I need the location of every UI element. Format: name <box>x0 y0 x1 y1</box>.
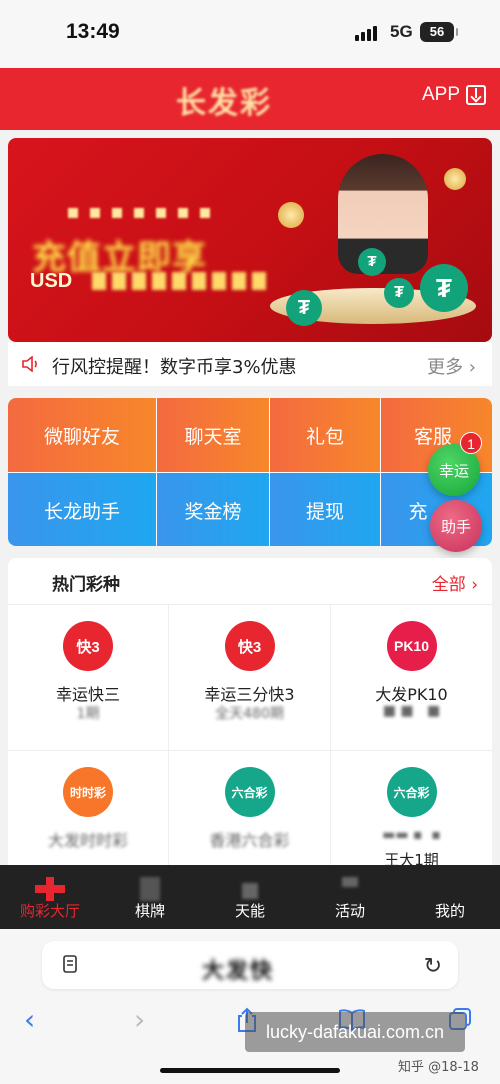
bottom-nav: 购彩大厅 棋牌 天能 活动 我的 <box>0 865 500 929</box>
page-menu-icon <box>63 955 77 973</box>
tab-lottery-hall[interactable]: 购彩大厅 <box>0 865 100 929</box>
notice-more-label: 更多 <box>427 357 464 378</box>
pk10-logo-icon: PK10 <box>386 621 437 671</box>
status-bar: 13:49 5G 56 <box>0 0 500 68</box>
lottery-name: 大发时时彩 <box>47 831 128 850</box>
lucky-float-label: 幸运 <box>438 461 469 480</box>
tab-label: 棋牌 <box>134 902 165 920</box>
banner-currency: USD <box>30 270 73 292</box>
lottery-name: ▬▬ ▪ ▪ <box>382 827 441 843</box>
menu-item-label: 礼包 <box>305 425 344 448</box>
reload-icon[interactable]: ↻ <box>424 954 442 979</box>
app-download-label: APP <box>421 84 460 105</box>
lottery-issue: 1期 <box>76 706 100 722</box>
lottery-item-lucky-3min-k3[interactable]: 快3 幸运三分快3 全天480期 <box>169 604 331 750</box>
section-title: 热门彩种 <box>52 575 120 595</box>
tab-label: 我的 <box>434 902 465 920</box>
lottery-issue: 全天480期 <box>215 706 284 722</box>
menu-item-withdraw[interactable]: 提现 <box>270 473 380 546</box>
back-icon[interactable]: ‹ <box>24 1003 35 1036</box>
menu-item-label: 充 <box>408 500 428 523</box>
mark-six-logo-icon: 六合彩 <box>224 767 275 817</box>
lottery-name: 幸运快三 <box>55 685 120 704</box>
tab-activities[interactable]: 活动 <box>300 865 400 929</box>
chevron-right-icon: › <box>465 575 478 595</box>
address-text: 大发快 <box>202 959 275 984</box>
lottery-grid: 快3 幸运快三 1期 快3 幸运三分快3 全天480期 PK10 大发PK10 … <box>8 604 492 896</box>
watermark-banner: lucky-dafakuai.com.cn <box>245 1012 465 1052</box>
tether-coin-icon: ₮ <box>358 248 386 276</box>
chess-icon <box>140 877 160 901</box>
signal-icon <box>355 26 377 41</box>
zhihu-credit: 知乎 @18-18 <box>398 1060 479 1075</box>
tab-label: 天能 <box>234 902 265 920</box>
tab-label: 购彩大厅 <box>19 902 80 920</box>
lottery-issue: ■ ■ ■ <box>382 703 441 719</box>
tab-chess-cards[interactable]: 棋牌 <box>100 865 200 929</box>
ssc-logo-icon: 时时彩 <box>63 767 113 817</box>
notification-badge: 1 <box>460 432 482 454</box>
tether-coin-icon: ₮ <box>420 264 468 312</box>
tianneng-icon <box>242 883 258 899</box>
lottery-name: 香港六合彩 <box>209 831 290 850</box>
view-all-label: 全部 <box>431 575 466 595</box>
menu-item-label: 提现 <box>305 500 344 523</box>
app-header: 长发彩 APP <box>0 68 500 130</box>
menu-item-wechat-friends[interactable]: 微聊好友 <box>8 398 156 472</box>
view-all-link[interactable]: 全部 › <box>432 570 478 595</box>
k3-logo-icon: 快3 <box>224 621 275 671</box>
helper-float-label: 助手 <box>440 517 471 536</box>
menu-item-chat-room[interactable]: 聊天室 <box>157 398 269 472</box>
lottery-name: 大发PK10 <box>375 685 448 704</box>
helper-float-button[interactable]: 助手 <box>430 500 482 552</box>
speaker-icon <box>22 356 37 372</box>
app-download-button[interactable]: APP <box>422 84 486 106</box>
chevron-right-icon: › <box>463 357 476 378</box>
promo-banner[interactable]: 充值立即享 USD ₮ ₮ ₮ ₮ <box>8 138 492 342</box>
k3-logo-icon: 快3 <box>63 621 113 671</box>
tab-label: 活动 <box>334 902 365 920</box>
notice-bar[interactable]: 行风控提醒！数字币享3%优惠 更多 › <box>8 342 492 386</box>
hot-lottery-section: 热门彩种 全部 › 快3 幸运快三 1期 快3 幸运三分快3 全天480期 PK… <box>8 558 492 896</box>
notice-more-link[interactable]: 更多 › <box>427 353 476 379</box>
menu-item-label: 长龙助手 <box>43 500 120 523</box>
network-type: 5G <box>390 22 413 41</box>
battery-icon: 56 <box>420 22 458 42</box>
menu-item-label: 聊天室 <box>184 425 242 448</box>
mark-six-logo-icon: 六合彩 <box>386 767 437 817</box>
address-bar[interactable]: 大发快 ↻ <box>42 941 458 989</box>
lottery-hall-icon <box>35 877 65 901</box>
forward-icon[interactable]: › <box>134 1003 145 1036</box>
gold-coin-icon <box>444 168 466 190</box>
menu-item-prize-ranking[interactable]: 奖金榜 <box>157 473 269 546</box>
notice-text: 行风控提醒！数字币享3%优惠 <box>52 357 297 378</box>
gold-coin-icon <box>278 202 304 228</box>
app-logo[interactable]: 长发彩 <box>176 78 272 121</box>
menu-item-label: 微聊好友 <box>43 425 120 448</box>
activities-icon <box>342 877 358 887</box>
quick-menu: 微聊好友 聊天室 礼包 客服 长龙助手 奖金榜 提现 充 <box>8 398 492 546</box>
tab-mine[interactable]: 我的 <box>400 865 500 929</box>
banner-subtitle <box>92 272 272 290</box>
lottery-name: 幸运三分快3 <box>204 685 295 704</box>
menu-item-long-dragon-helper[interactable]: 长龙助手 <box>8 473 156 546</box>
download-icon <box>466 85 486 105</box>
tab-tianneng[interactable]: 天能 <box>200 865 300 929</box>
status-time: 13:49 <box>66 20 120 43</box>
home-indicator <box>160 1068 340 1073</box>
lottery-item-lucky-k3[interactable]: 快3 幸运快三 1期 <box>8 604 169 750</box>
banner-decoration <box>68 208 218 218</box>
menu-item-label: 奖金榜 <box>184 500 242 523</box>
tether-coin-icon: ₮ <box>286 290 322 326</box>
menu-item-gift-pack[interactable]: 礼包 <box>270 398 380 472</box>
tether-coin-icon: ₮ <box>384 278 414 308</box>
lottery-item-dafa-pk10[interactable]: PK10 大发PK10 ■ ■ ■ <box>331 604 492 750</box>
main-content: 充值立即享 USD ₮ ₮ ₮ ₮ 行风控提醒！数字币享3%优惠 更多 › 微聊… <box>0 130 500 896</box>
